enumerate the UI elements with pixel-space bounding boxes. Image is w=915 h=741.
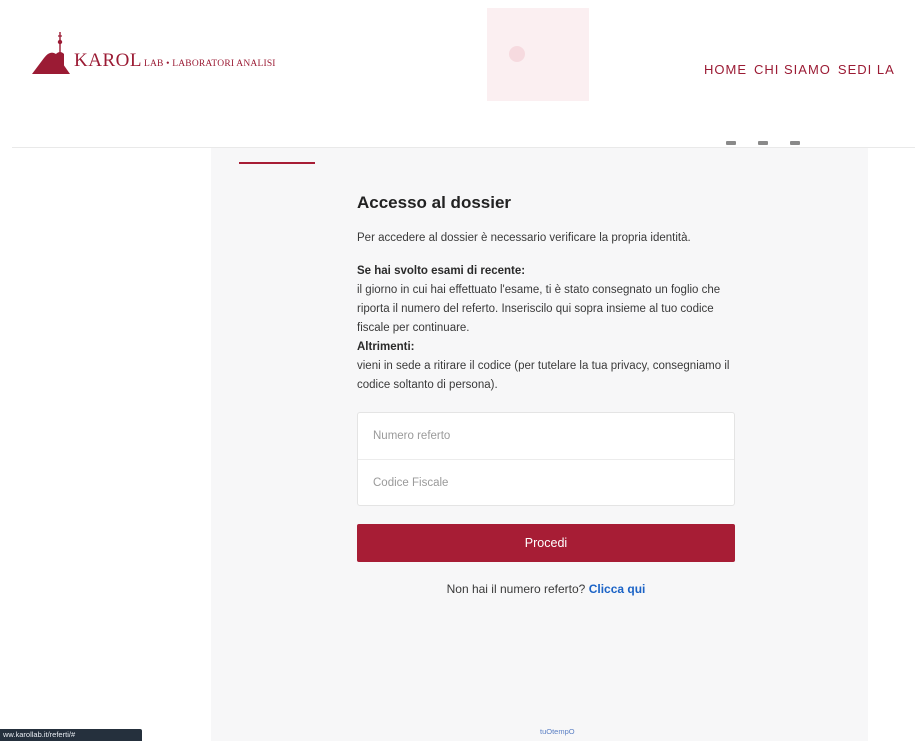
site-logo[interactable]: KAROL LAB • LABORATORI ANALISI (30, 24, 276, 76)
logo-subtitle-text: LAB • LABORATORI ANALISI (143, 59, 276, 69)
intro-text: Per accedere al dossier è necessario ver… (357, 232, 691, 244)
page-title: Accesso al dossier (357, 193, 512, 212)
indicator-dash (790, 141, 800, 145)
numero-referto-input[interactable] (373, 430, 734, 442)
clicca-qui-link[interactable]: Clicca qui (589, 582, 646, 596)
recent-heading: Se hai svolto esami di recente: (357, 265, 526, 277)
otherwise-text: vieni in sede a ritirare il codice (per … (357, 360, 730, 391)
header-indicator-group (726, 141, 800, 145)
site-header: KAROL LAB • LABORATORI ANALISI HOME CHI … (0, 0, 915, 148)
credentials-form (357, 412, 735, 506)
browser-status-bar: ww.karollab.it/referti/# (0, 729, 142, 741)
header-banner-image (487, 8, 589, 101)
dossier-panel: Accesso al dossier Per accedere al dossi… (211, 148, 868, 741)
logo-emblem-icon (32, 32, 70, 74)
active-tab-indicator (239, 162, 315, 164)
nav-item-sedi[interactable]: SEDI LA (838, 62, 895, 77)
procedi-button[interactable]: Procedi (357, 524, 735, 562)
powered-by-link[interactable]: tuOtempO (540, 727, 575, 736)
recent-text: il giorno in cui hai effettuato l'esame,… (357, 284, 721, 334)
indicator-dash (758, 141, 768, 145)
help-text: Non hai il numero referto? (446, 582, 586, 596)
main-navigation: HOME CHI SIAMO SEDI LA (704, 62, 895, 77)
banner-placeholder-icon (509, 46, 525, 62)
help-line: Non hai il numero referto? Clicca qui (357, 582, 735, 596)
codice-field-wrapper (358, 459, 734, 505)
referto-field-wrapper (358, 413, 734, 459)
nav-item-chi-siamo[interactable]: CHI SIAMO (754, 62, 831, 77)
login-card: Accesso al dossier Per accedere al dossi… (357, 193, 735, 596)
logo-brand-text: KAROL (74, 50, 142, 71)
otherwise-heading: Altrimenti: (357, 341, 415, 353)
nav-item-home[interactable]: HOME (704, 62, 747, 77)
indicator-dash (726, 141, 736, 145)
instructions-block: Se hai svolto esami di recente: il giorn… (357, 262, 735, 395)
codice-fiscale-input[interactable] (373, 476, 734, 489)
